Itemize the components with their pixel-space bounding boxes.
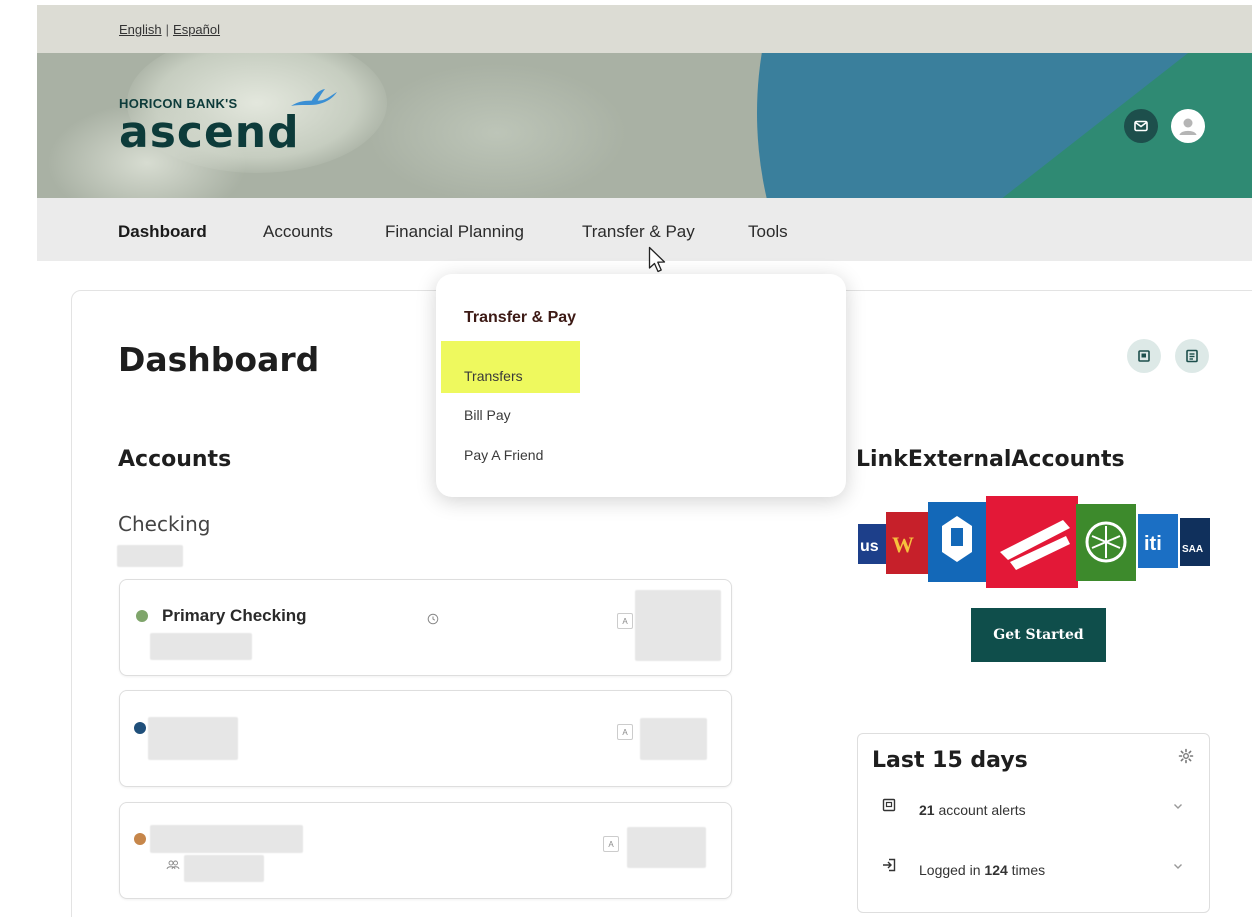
messages-button[interactable] xyxy=(1124,109,1158,143)
left-margin xyxy=(0,0,37,917)
language-bar: English | Español xyxy=(37,5,1252,53)
menu-item-pay-a-friend[interactable]: Pay A Friend xyxy=(464,447,543,463)
menu-item-highlight xyxy=(441,341,580,393)
account-status-dot xyxy=(134,722,146,734)
menu-item-bill-pay[interactable]: Bill Pay xyxy=(464,407,511,423)
logins-prefix: Logged in xyxy=(919,862,981,878)
chevron-down-icon xyxy=(1174,804,1182,809)
menu-item-transfers[interactable]: Transfers xyxy=(464,368,523,384)
document-list-icon xyxy=(1186,349,1198,363)
logins-label: times xyxy=(1011,862,1046,878)
accounts-section-title: Accounts xyxy=(118,447,232,472)
account-name: Primary Checking xyxy=(162,606,307,625)
bank-logos-icon: us W iti SAA xyxy=(858,496,1210,588)
mail-icon xyxy=(1134,120,1148,132)
group-total-redacted xyxy=(117,545,183,567)
link-external-title: LinkExternalAccounts xyxy=(856,447,1125,472)
nav-accounts[interactable]: Accounts xyxy=(263,222,333,242)
mouse-pointer-icon xyxy=(648,246,666,273)
account-alerts-label: account alerts xyxy=(938,802,1026,818)
bird-icon xyxy=(291,89,337,106)
login-icon xyxy=(883,858,896,872)
joint-owners-icon xyxy=(166,860,180,870)
settings-gear-icon[interactable] xyxy=(1178,748,1194,764)
logins-text: Logged in 124 times xyxy=(919,862,1045,878)
logins-count: 124 xyxy=(984,862,1008,878)
lang-separator: | xyxy=(165,22,170,37)
nav-tools[interactable]: Tools xyxy=(748,222,788,242)
account-name-redacted xyxy=(148,717,238,760)
brand-name-big: ascend xyxy=(119,107,300,158)
account-card[interactable]: A xyxy=(119,690,732,787)
svg-text:iti: iti xyxy=(1144,533,1162,555)
clock-icon xyxy=(427,613,439,625)
nav-dashboard[interactable]: Dashboard xyxy=(118,222,207,242)
account-card-primary-checking[interactable]: Primary Checking A xyxy=(119,579,732,676)
app-frame: English|Español HORICON BANK'S ascend xyxy=(0,0,1252,917)
svg-text:SAA: SAA xyxy=(1182,544,1203,555)
nav-financial-planning[interactable]: Financial Planning xyxy=(385,222,524,242)
account-status-dot xyxy=(136,610,148,622)
page-title: Dashboard xyxy=(118,340,320,379)
language-switcher: English | Español xyxy=(119,22,220,37)
account-balance-redacted xyxy=(635,590,721,661)
account-alerts-count: 21 xyxy=(919,802,935,818)
account-card[interactable]: A xyxy=(119,802,732,899)
account-group-label: Checking xyxy=(118,512,211,536)
account-alerts-row[interactable]: 21 account alerts xyxy=(872,796,1192,826)
account-balance-redacted xyxy=(640,718,707,760)
last-15-days-panel: Last 15 days 21 account alerts Logged in… xyxy=(857,733,1210,913)
chevron-down-icon xyxy=(1174,864,1182,869)
layout-widget-icon xyxy=(1138,350,1150,362)
last-15-days-title: Last 15 days xyxy=(872,748,1028,773)
account-type-badge: A xyxy=(617,724,633,740)
banner-cloud xyxy=(367,63,627,198)
statements-button[interactable] xyxy=(1175,339,1209,373)
brand-logo[interactable]: HORICON BANK'S ascend xyxy=(119,89,337,158)
profile-button[interactable] xyxy=(1171,109,1205,143)
account-balance-redacted xyxy=(627,827,706,868)
lang-spanish-link[interactable]: Español xyxy=(173,22,220,37)
svg-text:us: us xyxy=(860,538,879,555)
transfer-pay-dropdown: Transfer & Pay Transfers Bill Pay Pay A … xyxy=(436,274,846,497)
main-nav: Dashboard Accounts Financial Planning Tr… xyxy=(37,198,1252,261)
nav-transfer-pay[interactable]: Transfer & Pay xyxy=(582,222,695,242)
svg-text:W: W xyxy=(892,532,914,557)
alert-card-icon xyxy=(882,798,896,812)
customize-view-button[interactable] xyxy=(1127,339,1161,373)
header-banner: HORICON BANK'S ascend xyxy=(37,53,1252,198)
account-alerts-text: 21 account alerts xyxy=(919,802,1026,818)
logins-row[interactable]: Logged in 124 times xyxy=(872,856,1192,886)
lang-english-link[interactable]: English xyxy=(119,22,162,37)
account-type-badge: A xyxy=(617,613,633,629)
dropdown-title: Transfer & Pay xyxy=(464,309,577,326)
account-number-redacted xyxy=(150,633,252,660)
account-name-redacted xyxy=(150,825,303,853)
account-status-dot xyxy=(134,833,146,845)
account-number-redacted xyxy=(184,855,264,882)
user-avatar-icon xyxy=(1179,118,1197,135)
account-type-badge: A xyxy=(603,836,619,852)
get-started-button[interactable]: Get Started xyxy=(971,608,1106,662)
